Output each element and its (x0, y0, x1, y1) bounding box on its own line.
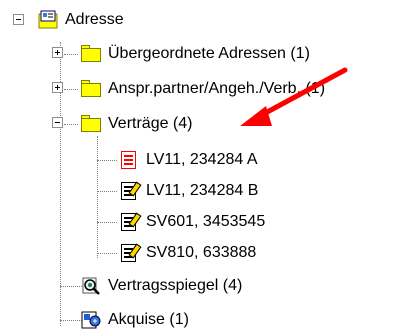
address-tree: Adresse Übergeordnete Adressen (1) Anspr… (0, 0, 420, 332)
red-arrow-icon (240, 67, 348, 126)
